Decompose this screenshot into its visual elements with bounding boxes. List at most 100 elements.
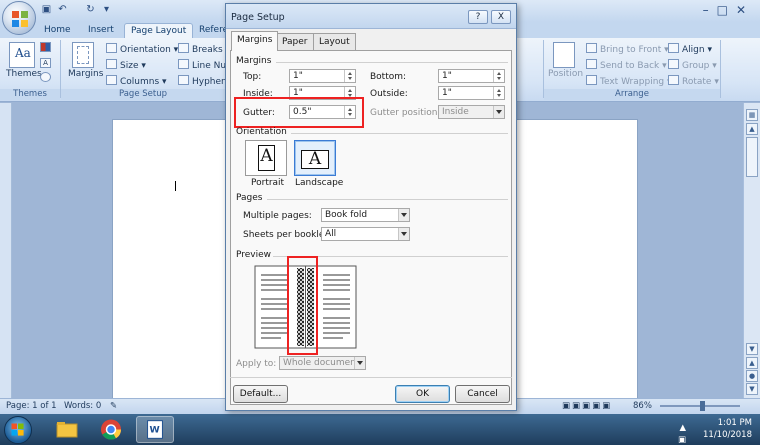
pages-section-label: Pages	[236, 193, 263, 203]
chrome-taskbar-button[interactable]	[92, 416, 130, 443]
chevron-down-icon[interactable]	[354, 357, 365, 369]
save-icon[interactable]: ▣	[40, 3, 53, 16]
next-page-icon[interactable]: ▼	[746, 383, 758, 395]
spin-arrows-icon[interactable]	[493, 70, 504, 82]
tab-insert[interactable]: Insert	[82, 23, 120, 38]
multiple-pages-select[interactable]: Book fold	[321, 208, 410, 222]
themes-button-label[interactable]: Themes	[6, 69, 42, 79]
page-count[interactable]: Page: 1 of 1	[6, 401, 57, 411]
redo-icon[interactable]: ↻	[84, 3, 97, 16]
bottom-margin-input[interactable]: 1"	[438, 69, 505, 83]
tab-paper[interactable]: Paper	[276, 33, 314, 50]
text-wrapping-button[interactable]: Text Wrapping ▾	[586, 75, 672, 87]
close-button[interactable]: X	[491, 10, 511, 24]
top-margin-label: Top:	[243, 72, 262, 82]
send-to-back-button[interactable]: Send to Back ▾	[586, 59, 667, 71]
orientation-button[interactable]: Orientation ▾	[106, 43, 178, 55]
tab-layout[interactable]: Layout	[313, 33, 356, 50]
cancel-button[interactable]: Cancel	[455, 385, 510, 403]
apply-to-select[interactable]: Whole document	[279, 356, 366, 370]
rotate-button[interactable]: Rotate ▾	[668, 75, 719, 87]
position-icon[interactable]	[553, 42, 575, 68]
size-button[interactable]: Size ▾	[106, 59, 146, 71]
tray-icons[interactable]: ▲ ▣ ♫	[678, 422, 690, 445]
previous-page-icon[interactable]: ▲	[746, 357, 758, 369]
undo-icon[interactable]: ↶	[56, 3, 69, 16]
columns-button[interactable]: Columns ▾	[106, 75, 167, 87]
top-margin-input[interactable]: 1"	[289, 69, 356, 83]
sheets-per-booklet-select[interactable]: All	[321, 227, 410, 241]
spin-arrows-icon[interactable]	[344, 87, 355, 99]
portrait-icon: A	[258, 145, 275, 171]
position-button-label[interactable]: Position	[548, 69, 583, 79]
dialog-title: Page Setup	[231, 12, 285, 23]
gutter-position-select[interactable]: Inside	[438, 105, 505, 119]
ruler-toggle-icon[interactable]: ▦	[746, 109, 758, 121]
file-explorer-taskbar-button[interactable]	[48, 416, 86, 443]
text-cursor	[175, 181, 176, 191]
outside-margin-input[interactable]: 1"	[438, 86, 505, 100]
text-wrapping-icon	[586, 75, 597, 85]
proofing-icon[interactable]: ✎	[110, 401, 117, 411]
ok-button[interactable]: OK	[395, 385, 450, 403]
group-button[interactable]: Group ▾	[668, 59, 717, 71]
page-setup-dialog: Page Setup ? X Margins Paper Layout Marg…	[225, 3, 517, 411]
breaks-button[interactable]: Breaks ▾	[178, 43, 230, 55]
minimize-icon[interactable]: –	[703, 3, 717, 17]
chrome-icon	[101, 419, 122, 440]
spin-arrows-icon[interactable]	[493, 87, 504, 99]
svg-text:W: W	[149, 425, 159, 436]
zoom-level[interactable]: 86%	[633, 401, 652, 411]
clock-time: 1:01 PM	[717, 418, 752, 428]
tab-margins[interactable]: Margins	[231, 31, 279, 51]
dialog-title-bar[interactable]: Page Setup ? X	[226, 4, 516, 29]
landscape-button[interactable]: A	[294, 140, 336, 176]
spin-arrows-icon[interactable]	[344, 70, 355, 82]
inside-margin-input[interactable]: 1"	[289, 86, 356, 100]
page-setup-group-label: Page Setup	[61, 89, 225, 100]
size-icon	[106, 59, 117, 69]
send-to-back-icon	[586, 59, 597, 69]
vertical-ruler	[0, 103, 12, 398]
zoom-slider-thumb[interactable]	[700, 401, 705, 411]
view-buttons[interactable]: ▣▣▣▣▣	[562, 401, 612, 411]
theme-fonts-icon[interactable]: A	[40, 57, 54, 68]
gutter-label: Gutter:	[243, 108, 275, 118]
customize-qat-icon[interactable]: ▾	[100, 3, 113, 16]
tab-home[interactable]: Home	[38, 23, 77, 38]
gutter-position-label: Gutter position:	[370, 108, 441, 118]
themes-icon[interactable]: Aa	[9, 42, 35, 68]
system-tray[interactable]: ▲ ▣ ♫ 1:01 PM 11/10/2018	[678, 417, 752, 445]
tab-page-layout[interactable]: Page Layout	[124, 23, 194, 38]
margins-button-label[interactable]: Margins	[68, 69, 103, 79]
margins-section-label: Margins	[236, 56, 272, 66]
scroll-up-icon[interactable]: ▲	[746, 123, 758, 135]
help-button[interactable]: ?	[468, 10, 488, 24]
start-button[interactable]	[4, 416, 32, 444]
bring-to-front-button[interactable]: Bring to Front ▾	[586, 43, 669, 55]
office-button[interactable]	[2, 1, 36, 35]
portrait-label: Portrait	[251, 178, 285, 188]
select-browse-object-icon[interactable]: ●	[746, 370, 758, 382]
word-count[interactable]: Words: 0	[64, 401, 101, 411]
default-button[interactable]: Default...	[233, 385, 288, 403]
theme-effects-icon[interactable]	[40, 72, 54, 84]
portrait-button[interactable]: A	[245, 140, 287, 176]
gutter-input[interactable]: 0.5"	[289, 105, 356, 119]
align-button[interactable]: Align ▾	[668, 43, 712, 55]
chevron-down-icon[interactable]	[493, 106, 504, 118]
vertical-scrollbar[interactable]: ▦ ▲ ▼ ▲ ● ▼	[743, 103, 760, 398]
scroll-down-icon[interactable]: ▼	[746, 343, 758, 355]
theme-colors-icon[interactable]	[40, 42, 54, 54]
word-taskbar-button[interactable]: W	[136, 416, 174, 443]
scroll-thumb[interactable]	[746, 137, 758, 177]
maximize-icon[interactable]: □	[717, 3, 736, 17]
close-window-icon[interactable]: ✕	[736, 3, 754, 17]
book-fold-preview-icon	[254, 265, 357, 349]
windows-logo-icon	[11, 423, 24, 436]
margins-icon[interactable]	[72, 42, 94, 68]
preview-section-label: Preview	[236, 250, 272, 260]
spin-arrows-icon[interactable]	[344, 106, 355, 118]
chevron-down-icon[interactable]	[398, 209, 409, 221]
chevron-down-icon[interactable]	[398, 228, 409, 240]
